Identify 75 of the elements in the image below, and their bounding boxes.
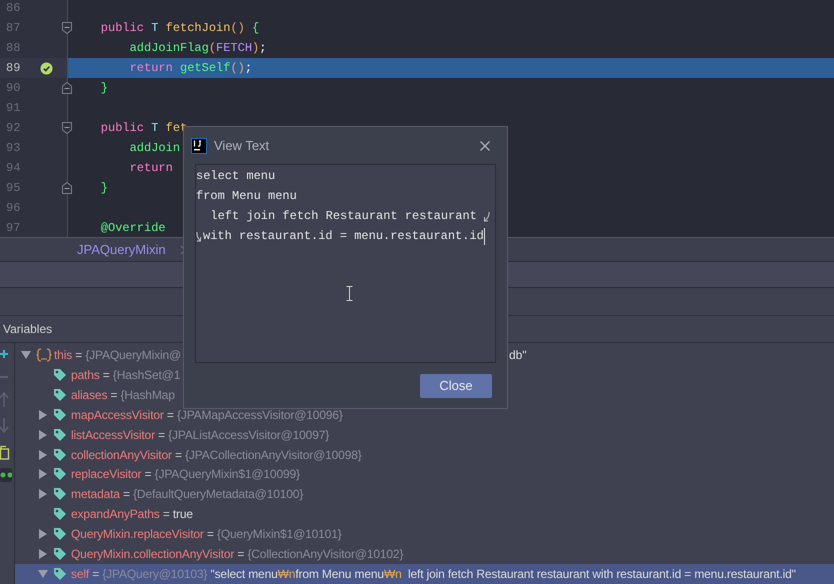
variable-entry: self = {JPAQuery@10103} "select menu₩nfrom Menu menu₩n left join fetch Restaurant restaurant with restaurant.id = menu.restaurant.id" <box>71 566 796 584</box>
code-line: return getSelf(); <box>128 60 252 77</box>
code-line: } <box>100 180 108 197</box>
variable-entry: listAccessVisitor = {JPAListAccessVisitor@10097} <box>71 426 330 444</box>
code-line: @Override <box>100 220 166 237</box>
line-number: 89 <box>5 60 22 77</box>
tag-icon <box>53 428 67 442</box>
breadcrumb-item[interactable]: JPAQueryMixin <box>77 240 166 260</box>
tag-icon <box>53 388 67 402</box>
collapse-arrow-icon[interactable] <box>38 569 48 580</box>
add-icon[interactable] <box>0 348 10 360</box>
text-cursor-icon <box>346 286 353 301</box>
value-text: db" <box>509 346 527 364</box>
breakpoint-check-icon[interactable] <box>40 62 53 75</box>
line-number: 96 <box>5 200 22 217</box>
line-number: 93 <box>5 140 22 157</box>
code-line: addJoinFlag(FETCH); <box>128 40 266 57</box>
expand-arrow-icon[interactable] <box>38 410 48 420</box>
variable-entry: metadata = {DefaultQueryMetadata@10100} <box>71 486 304 504</box>
tag-icon <box>53 448 67 462</box>
dialog-title: View Text <box>214 136 270 155</box>
text-area[interactable]: select menu from Menu menu left join fetch Restaurant restaurant with restaurant.id = menu.restaurant.id <box>195 164 496 363</box>
line-number: 92 <box>5 120 22 137</box>
tag-icon <box>53 507 67 522</box>
line-number: 94 <box>5 160 22 177</box>
tag-icon <box>53 487 67 502</box>
soft-wrap-icon <box>196 230 203 242</box>
fold-marker-icon[interactable] <box>62 82 72 94</box>
app-logo-icon <box>191 138 207 154</box>
variable-entry: mapAccessVisitor = {JPAMapAccessVisitor@10096} <box>71 406 343 424</box>
line-number: 91 <box>5 100 22 117</box>
text-line: from Menu menu <box>196 188 297 205</box>
line-number: 97 <box>5 220 22 237</box>
expand-arrow-icon[interactable] <box>38 529 48 540</box>
variable-entry: QueryMixin.replaceVisitor = {QueryMixin$1@10101} <box>71 526 342 544</box>
expand-arrow-icon[interactable] <box>38 489 48 500</box>
code-line: return <box>128 160 173 177</box>
fold-marker-icon[interactable] <box>62 22 72 34</box>
code-line: } <box>100 80 108 97</box>
fold-marker-icon[interactable] <box>62 122 72 134</box>
line-number: 90 <box>5 80 22 97</box>
text-line: select menu <box>196 168 276 185</box>
tag-icon <box>53 547 67 562</box>
tag-icon <box>53 567 67 582</box>
line-number: 87 <box>5 20 22 37</box>
tag-icon <box>53 527 67 542</box>
tag-icon <box>53 467 67 482</box>
collapse-arrow-icon[interactable] <box>21 350 31 360</box>
variable-entry: paths = {HashSet@1 <box>71 366 180 384</box>
variable-entry: expandAnyPaths = true <box>71 506 193 524</box>
line-number: 88 <box>5 40 22 57</box>
expand-arrow-icon[interactable] <box>38 469 48 480</box>
tag-icon <box>53 408 67 422</box>
variable-entry: collectionAnyVisitor = {JPACollectionAnyVisitor@10098} <box>71 446 362 464</box>
copy-icon[interactable] <box>0 445 10 461</box>
expand-arrow-icon[interactable] <box>38 430 48 440</box>
variable-entry: replaceVisitor = {JPAQueryMixin$1@10099} <box>71 466 300 484</box>
code-line: addJoin <box>128 140 180 157</box>
text-line: left join fetch Restaurant restaurant <box>209 208 477 225</box>
line-number: 86 <box>5 0 22 17</box>
expand-arrow-icon[interactable] <box>38 549 48 560</box>
expand-arrow-icon[interactable] <box>38 450 48 460</box>
fold-marker-icon[interactable] <box>62 182 72 194</box>
line-number: 95 <box>5 180 22 197</box>
close-icon[interactable] <box>480 140 490 150</box>
text-line: with restaurant.id = menu.restaurant.id <box>203 228 484 245</box>
object-icon <box>36 348 52 362</box>
code-line: public T fetchJoin() { <box>100 20 260 37</box>
close-button[interactable]: Close <box>420 374 492 398</box>
variable-entry: this = {JPAQueryMixin@ <box>54 346 182 364</box>
panel-title: Variables <box>3 321 52 338</box>
tag-icon <box>53 368 67 382</box>
variable-entry: QueryMixin.collectionAnyVisitor = {CollectionAnyVisitor@10102} <box>71 546 404 564</box>
selected-tree-row[interactable]: self = {JPAQuery@10103} "select menu₩nfrom Menu menu₩n left join fetch Restaurant restaurant with restaurant.id = menu.restaurant.id" <box>15 564 834 584</box>
variable-entry: aliases = {HashMap <box>71 386 175 404</box>
